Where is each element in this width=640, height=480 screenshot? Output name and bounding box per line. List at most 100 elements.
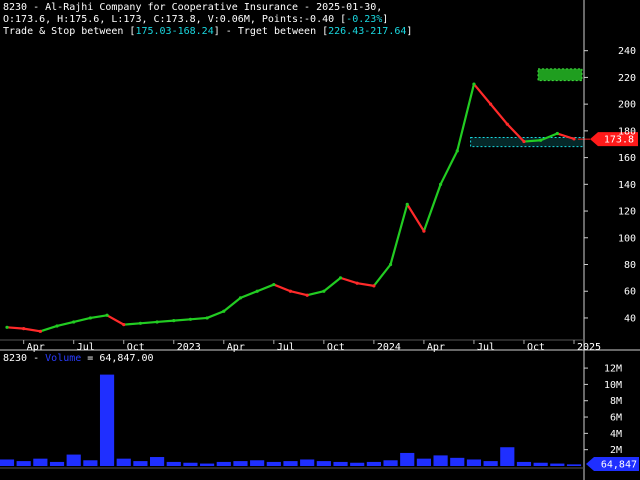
x-tick-label: Apr (227, 342, 245, 353)
price-point (522, 139, 526, 144)
volume-bar (550, 463, 565, 466)
x-tick-label: Jul (277, 342, 295, 353)
volume-bar (533, 462, 548, 466)
price-segment (372, 263, 392, 287)
volume-bar (416, 458, 431, 466)
price-point (355, 281, 359, 285)
trade-stop-readout: Trade & Stop between [175.03-168.24] - T… (3, 26, 413, 37)
price-segment (389, 203, 409, 266)
volume-bar (150, 457, 165, 466)
price-point (155, 320, 159, 324)
y-tick-label: 120 (618, 207, 636, 218)
volume-y-tick-label: 6M (610, 413, 622, 424)
price-point (438, 182, 443, 186)
volume-bar (216, 461, 231, 466)
y-tick-label: 240 (618, 46, 636, 57)
y-tick-label: 60 (624, 287, 636, 298)
zones-layer (470, 68, 585, 148)
volume-bar (433, 455, 448, 466)
price-segment (72, 316, 92, 324)
y-tick-label: 220 (618, 73, 636, 84)
volume-bar (116, 458, 131, 466)
price-segment (39, 324, 59, 333)
volume-bar (200, 463, 215, 466)
price-point (322, 289, 326, 293)
price-segment (406, 203, 426, 233)
price-segment (306, 290, 325, 297)
volume-y-tick-label: 4M (610, 429, 622, 440)
price-point (172, 319, 176, 323)
price-segment (122, 322, 142, 326)
x-tick-label: Jul (77, 342, 95, 353)
price-point (288, 289, 293, 293)
price-point (188, 317, 193, 321)
price-point (539, 138, 543, 142)
price-segment (489, 103, 509, 126)
volume-bar (566, 464, 582, 466)
price-point (572, 137, 576, 141)
price-point (405, 202, 409, 206)
price-point (38, 329, 42, 333)
x-tick-label: Apr (27, 342, 45, 353)
price-point (122, 323, 126, 327)
volume-last-label: 64,847 (601, 460, 637, 471)
x-tick-label: 2025 (577, 342, 601, 353)
price-segment (422, 183, 442, 233)
price-point (272, 282, 276, 287)
volume-bar (300, 459, 315, 466)
price-point (472, 82, 476, 86)
volume-bar (266, 461, 281, 466)
ohlc-readout: O:173.6, H:175.6, L:173, C:173.8, V:0.06… (3, 14, 389, 25)
volume-bar (383, 460, 398, 466)
price-segment (289, 290, 309, 297)
price-segment (189, 316, 209, 321)
price-segment (105, 314, 125, 326)
price-point (489, 102, 493, 106)
x-tick-label: 2023 (177, 342, 201, 353)
y-tick-label: 140 (618, 180, 636, 191)
price-point (338, 276, 343, 280)
volume-bar (516, 461, 532, 466)
price-segment (89, 314, 109, 320)
price-point (455, 149, 459, 153)
price-segment (5, 326, 25, 330)
volume-bars-layer: 64,847 (0, 374, 639, 471)
price-point (88, 316, 92, 320)
volume-bar (483, 461, 498, 466)
x-tick-label: 2024 (377, 342, 401, 353)
x-tick-label: Oct (327, 342, 345, 353)
price-volume-chart: 173.8 64,847 40 60 80 100 120 140 160 180 200 220… (0, 0, 640, 480)
price-point (5, 325, 9, 329)
volume-bar (16, 461, 31, 466)
volume-title: 8230 - Volume = 64,847.00 (3, 353, 154, 364)
price-point (55, 324, 59, 328)
price-segment (256, 283, 275, 293)
target-zone (537, 68, 583, 82)
volume-y-tick-label: 8M (610, 396, 622, 407)
volume-y-tick-label: 2M (610, 445, 622, 456)
price-segment (356, 282, 375, 287)
y-tick-label: 100 (618, 233, 636, 244)
volume-y-tick-label: 12M (604, 364, 622, 375)
price-point (138, 321, 143, 325)
price-segment (22, 327, 42, 333)
x-tick-label: Jul (477, 342, 495, 353)
price-segment (139, 320, 159, 325)
y-tick-label: 180 (618, 126, 636, 137)
volume-bar (233, 461, 248, 466)
price-segment (339, 276, 359, 285)
volume-bar (400, 452, 415, 466)
volume-y-tick-label: 10M (604, 380, 622, 391)
volume-bar (316, 461, 331, 466)
volume-bar (250, 460, 265, 466)
y-tick-label: 40 (624, 313, 636, 324)
volume-bar (333, 461, 348, 466)
y-tick-label: 80 (624, 260, 636, 271)
volume-bar (49, 461, 65, 466)
price-segment (522, 139, 542, 143)
volume-bar (0, 459, 15, 466)
volume-bar (500, 447, 515, 466)
price-point (222, 309, 226, 313)
price-point (555, 131, 559, 136)
volume-bar (283, 461, 298, 466)
